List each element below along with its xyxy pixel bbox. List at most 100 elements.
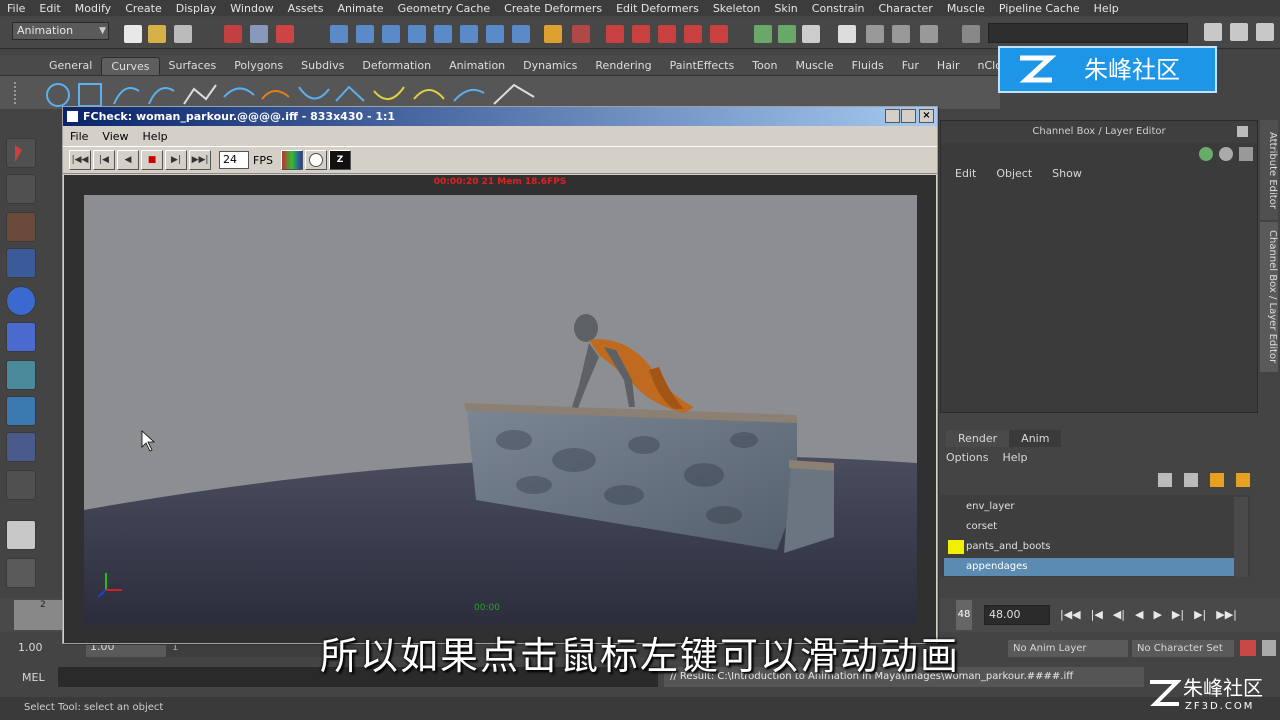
hypershade-icon[interactable]: [684, 25, 702, 43]
step-forward-frame-icon[interactable]: ▶|: [1194, 608, 1206, 621]
channel-menu-object[interactable]: Object: [996, 167, 1032, 180]
menuset-dropdown[interactable]: Animation ▼: [12, 22, 109, 40]
shelf-tab-fur[interactable]: Fur: [893, 57, 928, 75]
character-set-dropdown[interactable]: No Character Set: [1132, 640, 1234, 657]
input-ops-icon[interactable]: [754, 25, 772, 43]
new-layer-icon[interactable]: [1158, 473, 1172, 487]
menu-animate[interactable]: Animate: [330, 2, 390, 15]
menu-help[interactable]: Help: [1087, 2, 1126, 15]
channel-menu-show[interactable]: Show: [1052, 167, 1082, 180]
move-tool-icon[interactable]: [6, 248, 36, 278]
shelf-tab-toon[interactable]: Toon: [743, 57, 786, 75]
menu-skin[interactable]: Skin: [767, 2, 804, 15]
tab-render[interactable]: Render: [946, 430, 1010, 447]
toggle-channel-box-icon[interactable]: [1256, 23, 1274, 41]
menu-muscle[interactable]: Muscle: [940, 2, 992, 15]
menu-display[interactable]: Display: [169, 2, 224, 15]
menu-create[interactable]: Create: [118, 2, 169, 15]
key-icon[interactable]: [1219, 147, 1233, 161]
menu-character[interactable]: Character: [872, 2, 940, 15]
paste-icon[interactable]: [802, 25, 820, 43]
anim-prefs-icon[interactable]: [1262, 640, 1276, 656]
layer-up-icon[interactable]: [1210, 473, 1224, 487]
shelf-tab-hair[interactable]: Hair: [928, 57, 969, 75]
snap-view-icon[interactable]: [486, 25, 504, 43]
shelf-tab-rendering[interactable]: Rendering: [586, 57, 660, 75]
layer-menu-options[interactable]: Options: [946, 451, 988, 464]
menu-pipeline-cache[interactable]: Pipeline Cache: [992, 2, 1087, 15]
shelf-tab-surfaces[interactable]: Surfaces: [160, 57, 226, 75]
go-to-start-icon[interactable]: |◀◀: [1060, 608, 1081, 621]
last-tool-icon[interactable]: [6, 470, 36, 500]
rgb-channel-icon[interactable]: [281, 150, 303, 170]
menu-geometry-cache[interactable]: Geometry Cache: [391, 2, 498, 15]
step-back-key-icon[interactable]: |◀: [1091, 608, 1103, 621]
save-scene-icon[interactable]: [174, 25, 192, 43]
menu-create-deformers[interactable]: Create Deformers: [497, 2, 609, 15]
shelf-tab-general[interactable]: General: [40, 57, 101, 75]
single-perspective-layout-icon[interactable]: [6, 520, 36, 550]
layout-icon[interactable]: [838, 25, 856, 43]
channel-menu-edit[interactable]: Edit: [955, 167, 976, 180]
tab-anim[interactable]: Anim: [1009, 430, 1062, 447]
axis-icon[interactable]: [1199, 147, 1213, 161]
snap-surface-icon[interactable]: [434, 25, 452, 43]
next-frame-button[interactable]: ▶|: [165, 150, 187, 170]
shelf-tab-polygons[interactable]: Polygons: [225, 57, 292, 75]
range-start-field[interactable]: 1.00: [18, 641, 43, 654]
fps-input[interactable]: 24: [219, 151, 249, 169]
menu-constrain[interactable]: Constrain: [805, 2, 872, 15]
shelf-tab-fluids[interactable]: Fluids: [843, 57, 893, 75]
select-object-icon[interactable]: [250, 25, 268, 43]
menu-assets[interactable]: Assets: [281, 2, 331, 15]
auto-key-icon[interactable]: [1240, 640, 1256, 656]
toggle-attribute-editor-icon[interactable]: [1204, 23, 1222, 41]
scale-tool-icon[interactable]: [6, 322, 36, 352]
step-back-frame-icon[interactable]: ◀|: [1113, 608, 1125, 621]
render-view-icon[interactable]: [710, 25, 728, 43]
first-frame-button[interactable]: |◀◀: [69, 150, 91, 170]
snap-plane-icon[interactable]: [408, 25, 426, 43]
menu-modify[interactable]: Modify: [68, 2, 118, 15]
fcheck-menu-view[interactable]: View: [95, 130, 135, 143]
panel2-icon[interactable]: [892, 25, 910, 43]
render-settings-icon[interactable]: [658, 25, 676, 43]
output-ops-icon[interactable]: [778, 25, 796, 43]
curve-tools-icons[interactable]: [44, 79, 544, 109]
stop-button[interactable]: ■: [141, 150, 163, 170]
search-icon[interactable]: [962, 25, 980, 43]
select-tool-icon[interactable]: [6, 138, 36, 168]
show-manip-icon[interactable]: [6, 432, 36, 462]
shelf-tab-deformation[interactable]: Deformation: [353, 57, 440, 75]
shelf-grip-icon[interactable]: [14, 82, 32, 104]
play-backward-icon[interactable]: ◀: [1135, 608, 1143, 621]
shelf-tab-muscle[interactable]: Muscle: [786, 57, 842, 75]
select-hierarchy-icon[interactable]: [224, 25, 242, 43]
step-forward-key-icon[interactable]: ▶|: [1172, 608, 1184, 621]
minimize-icon[interactable]: [885, 109, 900, 123]
rotate-tool-icon[interactable]: [6, 286, 36, 316]
zdepth-channel-icon[interactable]: Z: [329, 150, 351, 170]
fcheck-menu-help[interactable]: Help: [136, 130, 175, 143]
snap-point-icon[interactable]: [382, 25, 400, 43]
fcheck-menu-file[interactable]: File: [63, 130, 95, 143]
lasso-tool-icon[interactable]: [6, 174, 36, 204]
prev-key-button[interactable]: |◀: [93, 150, 115, 170]
play-forward-icon[interactable]: ▶: [1153, 608, 1161, 621]
shelf-tab-dynamics[interactable]: Dynamics: [514, 57, 586, 75]
layer-appendages[interactable]: appendages: [944, 558, 1234, 576]
shelf-tab-painteffects[interactable]: PaintEffects: [661, 57, 744, 75]
shelf-tab-animation[interactable]: Animation: [440, 57, 514, 75]
new-layer-selected-icon[interactable]: [1184, 473, 1198, 487]
menu-edit-deformers[interactable]: Edit Deformers: [609, 2, 706, 15]
render-current-icon[interactable]: [606, 25, 624, 43]
layer-scrollbar[interactable]: [1234, 497, 1248, 577]
fcheck-viewport[interactable]: 00:00:20 21 Mem 18.6FPS 00:00: [64, 175, 936, 643]
layer-pants-and-boots[interactable]: pants_and_boots: [944, 538, 1234, 556]
new-scene-icon[interactable]: [124, 25, 142, 43]
tab-channel-box[interactable]: Channel Box / Layer Editor: [1260, 222, 1278, 372]
snap-curve-icon[interactable]: [356, 25, 374, 43]
help-icon[interactable]: [512, 25, 530, 43]
tab-attribute-editor[interactable]: Attribute Editor: [1260, 120, 1278, 220]
layer-down-icon[interactable]: [1236, 473, 1250, 487]
